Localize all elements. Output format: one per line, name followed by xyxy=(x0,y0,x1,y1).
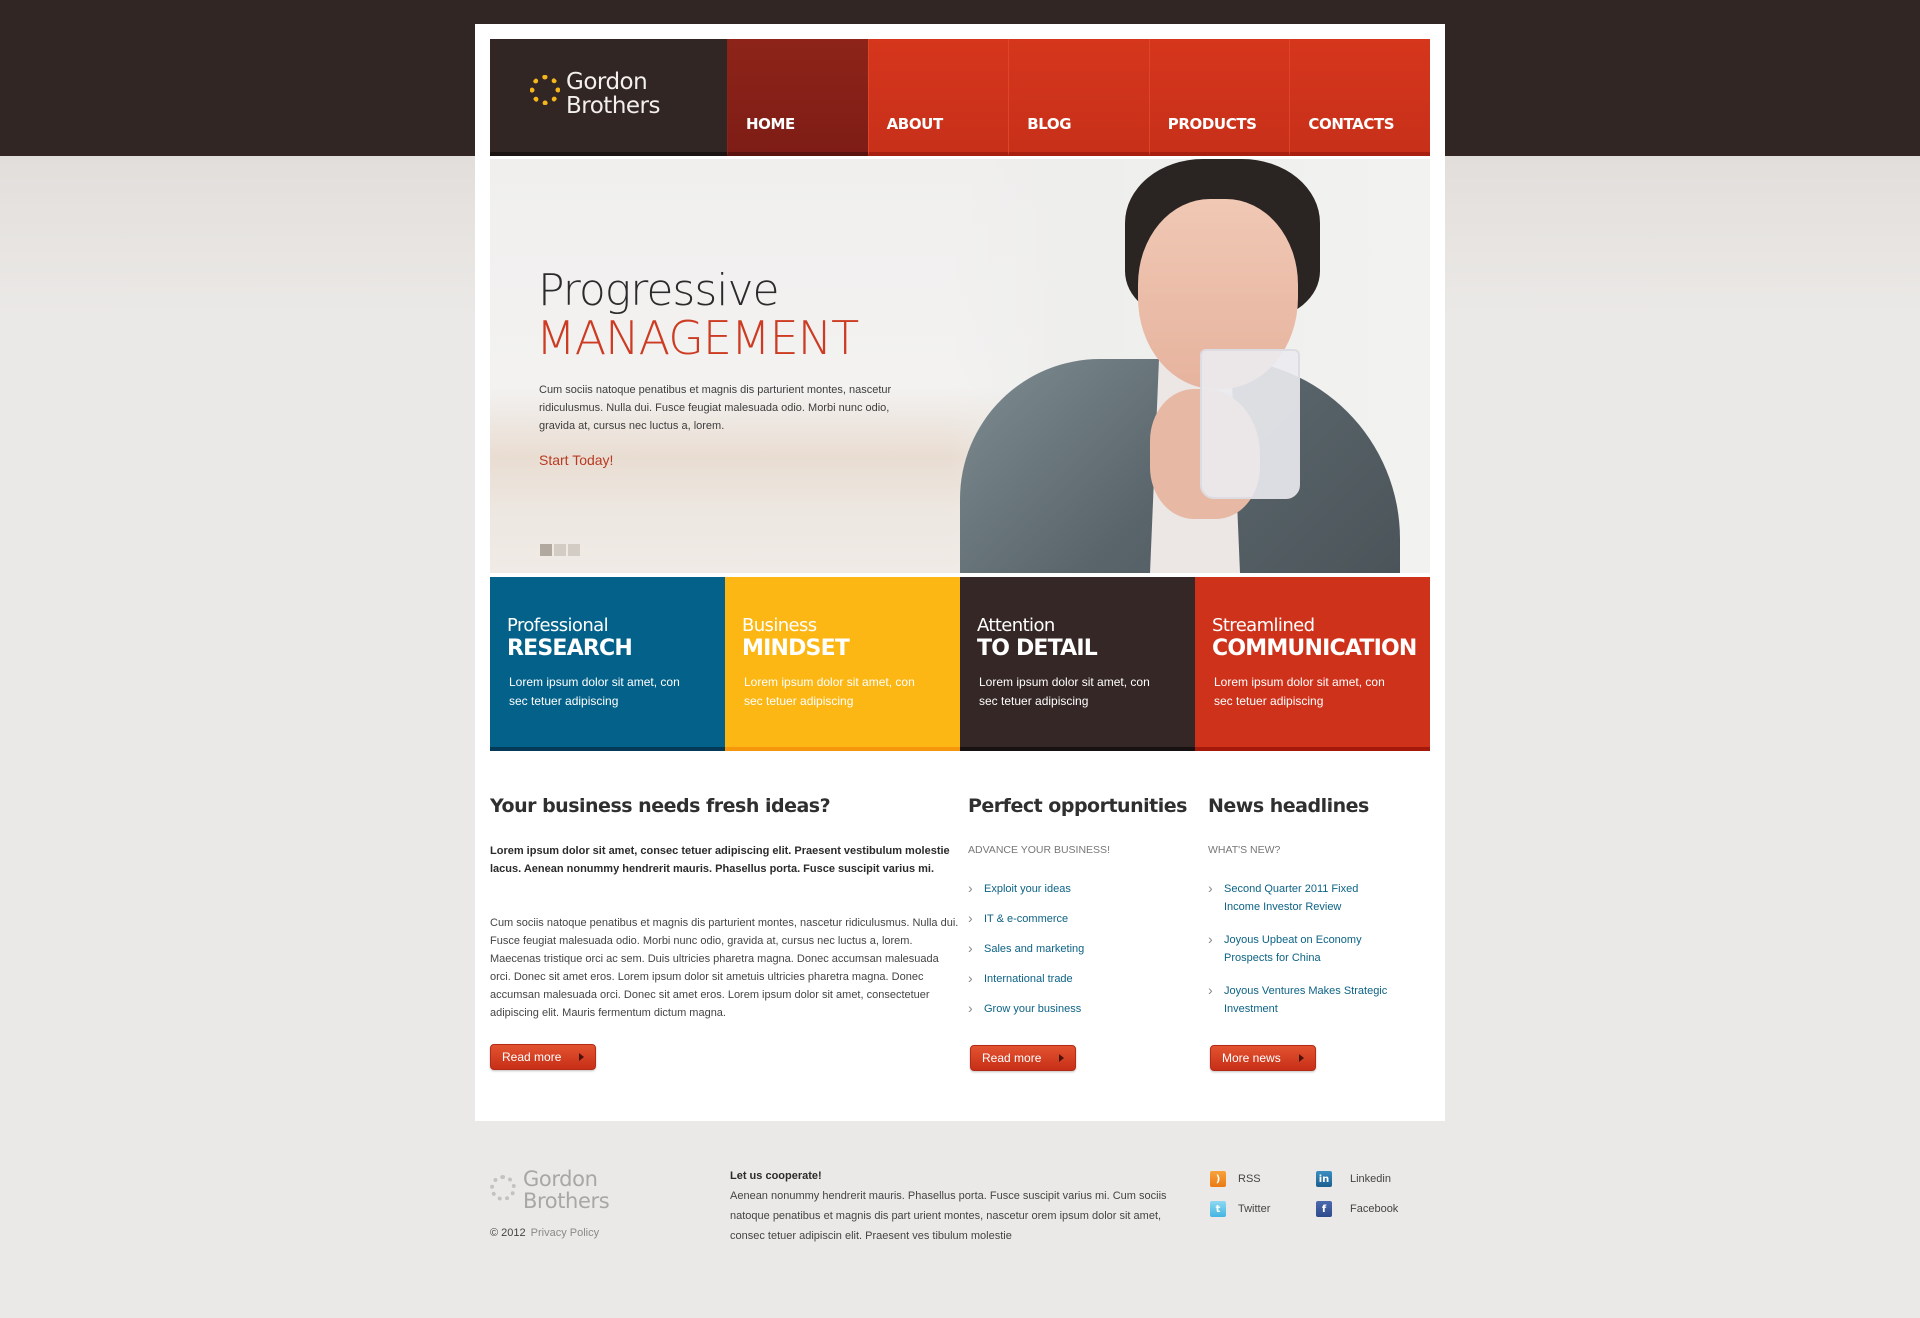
nav-label: CONTACTS xyxy=(1308,115,1395,133)
opportunity-link[interactable]: International trade xyxy=(968,969,1084,988)
page-container: Gordon Brothers HOME ABOUT BLOG PRODUCTS… xyxy=(475,24,1445,1121)
feature-text: Lorem ipsum dolor sit amet, con sec tetu… xyxy=(744,675,915,708)
news-subtitle: WHAT'S NEW? xyxy=(1208,844,1281,856)
social-facebook-link[interactable]: f Facebook xyxy=(1316,1201,1398,1217)
fresh-ideas-lead: Lorem ipsum dolor sit amet, consec tetue… xyxy=(490,845,950,875)
logo-line2: Brothers xyxy=(566,93,661,119)
footer-cooperate-title: Let us cooperate! xyxy=(730,1170,822,1182)
copyright-text: © 2012 xyxy=(490,1227,526,1239)
twitter-icon: t xyxy=(1210,1201,1226,1217)
footer-logo-line1: Gordon xyxy=(523,1167,598,1191)
nav-label: ABOUT xyxy=(886,115,944,133)
social-label: Linkedin xyxy=(1350,1173,1391,1185)
opportunities-subtitle: ADVANCE YOUR BUSINESS! xyxy=(968,844,1110,856)
button-label: Read more xyxy=(982,1051,1042,1065)
news-link[interactable]: Joyous Upbeat on Economy Prospects for C… xyxy=(1208,930,1393,967)
feature-kicker: Business xyxy=(742,615,817,636)
feature-detail[interactable]: Attention TO DETAIL Lorem ipsum dolor si… xyxy=(960,577,1195,751)
slider-pagination xyxy=(540,544,580,556)
photo-glass xyxy=(1200,349,1300,499)
opportunities-title: Perfect opportunities xyxy=(968,795,1187,817)
footer-copyright: © 2012 Privacy Policy xyxy=(490,1227,599,1239)
social-label: Twitter xyxy=(1238,1203,1271,1215)
logo-text: Gordon Brothers xyxy=(566,69,661,119)
button-label: Read more xyxy=(502,1050,562,1064)
arrow-right-icon xyxy=(579,1053,584,1061)
slider-dot-3[interactable] xyxy=(568,544,580,556)
feature-title: COMMUNICATION xyxy=(1212,636,1417,661)
linkedin-icon: in xyxy=(1316,1171,1332,1187)
main-nav: HOME ABOUT BLOG PRODUCTS CONTACTS xyxy=(727,39,1430,156)
arrow-right-icon xyxy=(1059,1054,1064,1062)
hero-title-line2: MANAGEMENT xyxy=(536,311,859,365)
feature-boxes: Professional RESEARCH Lorem ipsum dolor … xyxy=(490,577,1430,751)
footer-cooperate-text: Aenean nonummy hendrerit mauris. Phasell… xyxy=(730,1190,1167,1242)
arrow-right-icon xyxy=(1299,1054,1304,1062)
opportunities-read-more-button[interactable]: Read more xyxy=(970,1045,1076,1071)
social-twitter-link[interactable]: t Twitter xyxy=(1210,1201,1270,1217)
fresh-ideas-paragraph: Cum sociis natoque penatibus et magnis d… xyxy=(490,917,959,1019)
feature-communication[interactable]: Streamlined COMMUNICATION Lorem ipsum do… xyxy=(1195,577,1430,751)
nav-item-blog[interactable]: BLOG xyxy=(1008,39,1149,156)
footer-logo-line2: Brothers xyxy=(523,1189,610,1213)
feature-mindset[interactable]: Business MINDSET Lorem ipsum dolor sit a… xyxy=(725,577,960,751)
opportunities-list: Exploit your ideas IT & e-commerce Sales… xyxy=(968,879,1084,1030)
feature-kicker: Streamlined xyxy=(1212,615,1315,636)
opportunity-link[interactable]: Exploit your ideas xyxy=(968,879,1084,898)
fresh-ideas-read-more-button[interactable]: Read more xyxy=(490,1044,596,1070)
hero-photo-businesswoman xyxy=(950,159,1430,573)
feature-text: Lorem ipsum dolor sit amet, con sec tetu… xyxy=(979,675,1150,708)
news-link[interactable]: Joyous Ventures Makes Strategic Investme… xyxy=(1208,981,1393,1018)
nav-item-home[interactable]: HOME xyxy=(727,39,868,156)
privacy-policy-link[interactable]: Privacy Policy xyxy=(531,1227,599,1239)
feature-kicker: Attention xyxy=(977,615,1055,636)
footer-logo[interactable]: Gordon Brothers xyxy=(523,1167,610,1213)
feature-kicker: Professional xyxy=(507,615,609,636)
opportunity-link[interactable]: Sales and marketing xyxy=(968,939,1084,958)
opportunity-link[interactable]: Grow your business xyxy=(968,999,1084,1018)
social-rss-link[interactable]: ) RSS xyxy=(1210,1171,1261,1187)
logo[interactable]: Gordon Brothers xyxy=(490,39,727,156)
news-title: News headlines xyxy=(1208,795,1369,817)
hero-text: Cum sociis natoque penatibus et magnis d… xyxy=(539,384,892,432)
fresh-ideas-title: Your business needs fresh ideas? xyxy=(490,795,831,817)
social-linkedin-link[interactable]: in Linkedin xyxy=(1316,1171,1391,1187)
facebook-icon: f xyxy=(1316,1201,1332,1217)
footer-logo-ring-icon xyxy=(490,1175,516,1201)
feature-text: Lorem ipsum dolor sit amet, con sec tetu… xyxy=(1214,675,1385,708)
slider-dot-2[interactable] xyxy=(554,544,566,556)
nav-label: HOME xyxy=(746,115,795,133)
nav-item-about[interactable]: ABOUT xyxy=(867,39,1009,156)
feature-text: Lorem ipsum dolor sit amet, con sec tetu… xyxy=(509,675,680,708)
slider-dot-1[interactable] xyxy=(540,544,552,556)
hero-slider: Progressive MANAGEMENT Cum sociis natoqu… xyxy=(490,159,1430,573)
rss-icon: ) xyxy=(1210,1171,1226,1187)
nav-item-products[interactable]: PRODUCTS xyxy=(1148,39,1290,156)
logo-ring-icon xyxy=(530,75,560,105)
social-label: Facebook xyxy=(1350,1203,1399,1215)
hero-title-line1: Progressive xyxy=(538,265,780,316)
logo-line1: Gordon xyxy=(566,69,648,95)
nav-label: PRODUCTS xyxy=(1167,115,1257,133)
feature-title: MINDSET xyxy=(742,636,850,661)
header: Gordon Brothers HOME ABOUT BLOG PRODUCTS… xyxy=(490,39,1430,156)
feature-title: TO DETAIL xyxy=(977,636,1098,661)
button-label: More news xyxy=(1222,1051,1281,1065)
news-link[interactable]: Second Quarter 2011 Fixed Income Investo… xyxy=(1208,879,1393,916)
news-list: Second Quarter 2011 Fixed Income Investo… xyxy=(1208,879,1393,1033)
nav-label: BLOG xyxy=(1027,115,1072,133)
feature-title: RESEARCH xyxy=(507,636,633,661)
feature-research[interactable]: Professional RESEARCH Lorem ipsum dolor … xyxy=(490,577,725,751)
opportunity-link[interactable]: IT & e-commerce xyxy=(968,909,1084,928)
nav-item-contacts[interactable]: CONTACTS xyxy=(1289,39,1430,156)
more-news-button[interactable]: More news xyxy=(1210,1045,1316,1071)
social-label: RSS xyxy=(1238,1173,1261,1185)
start-today-link[interactable]: Start Today! xyxy=(539,452,613,468)
